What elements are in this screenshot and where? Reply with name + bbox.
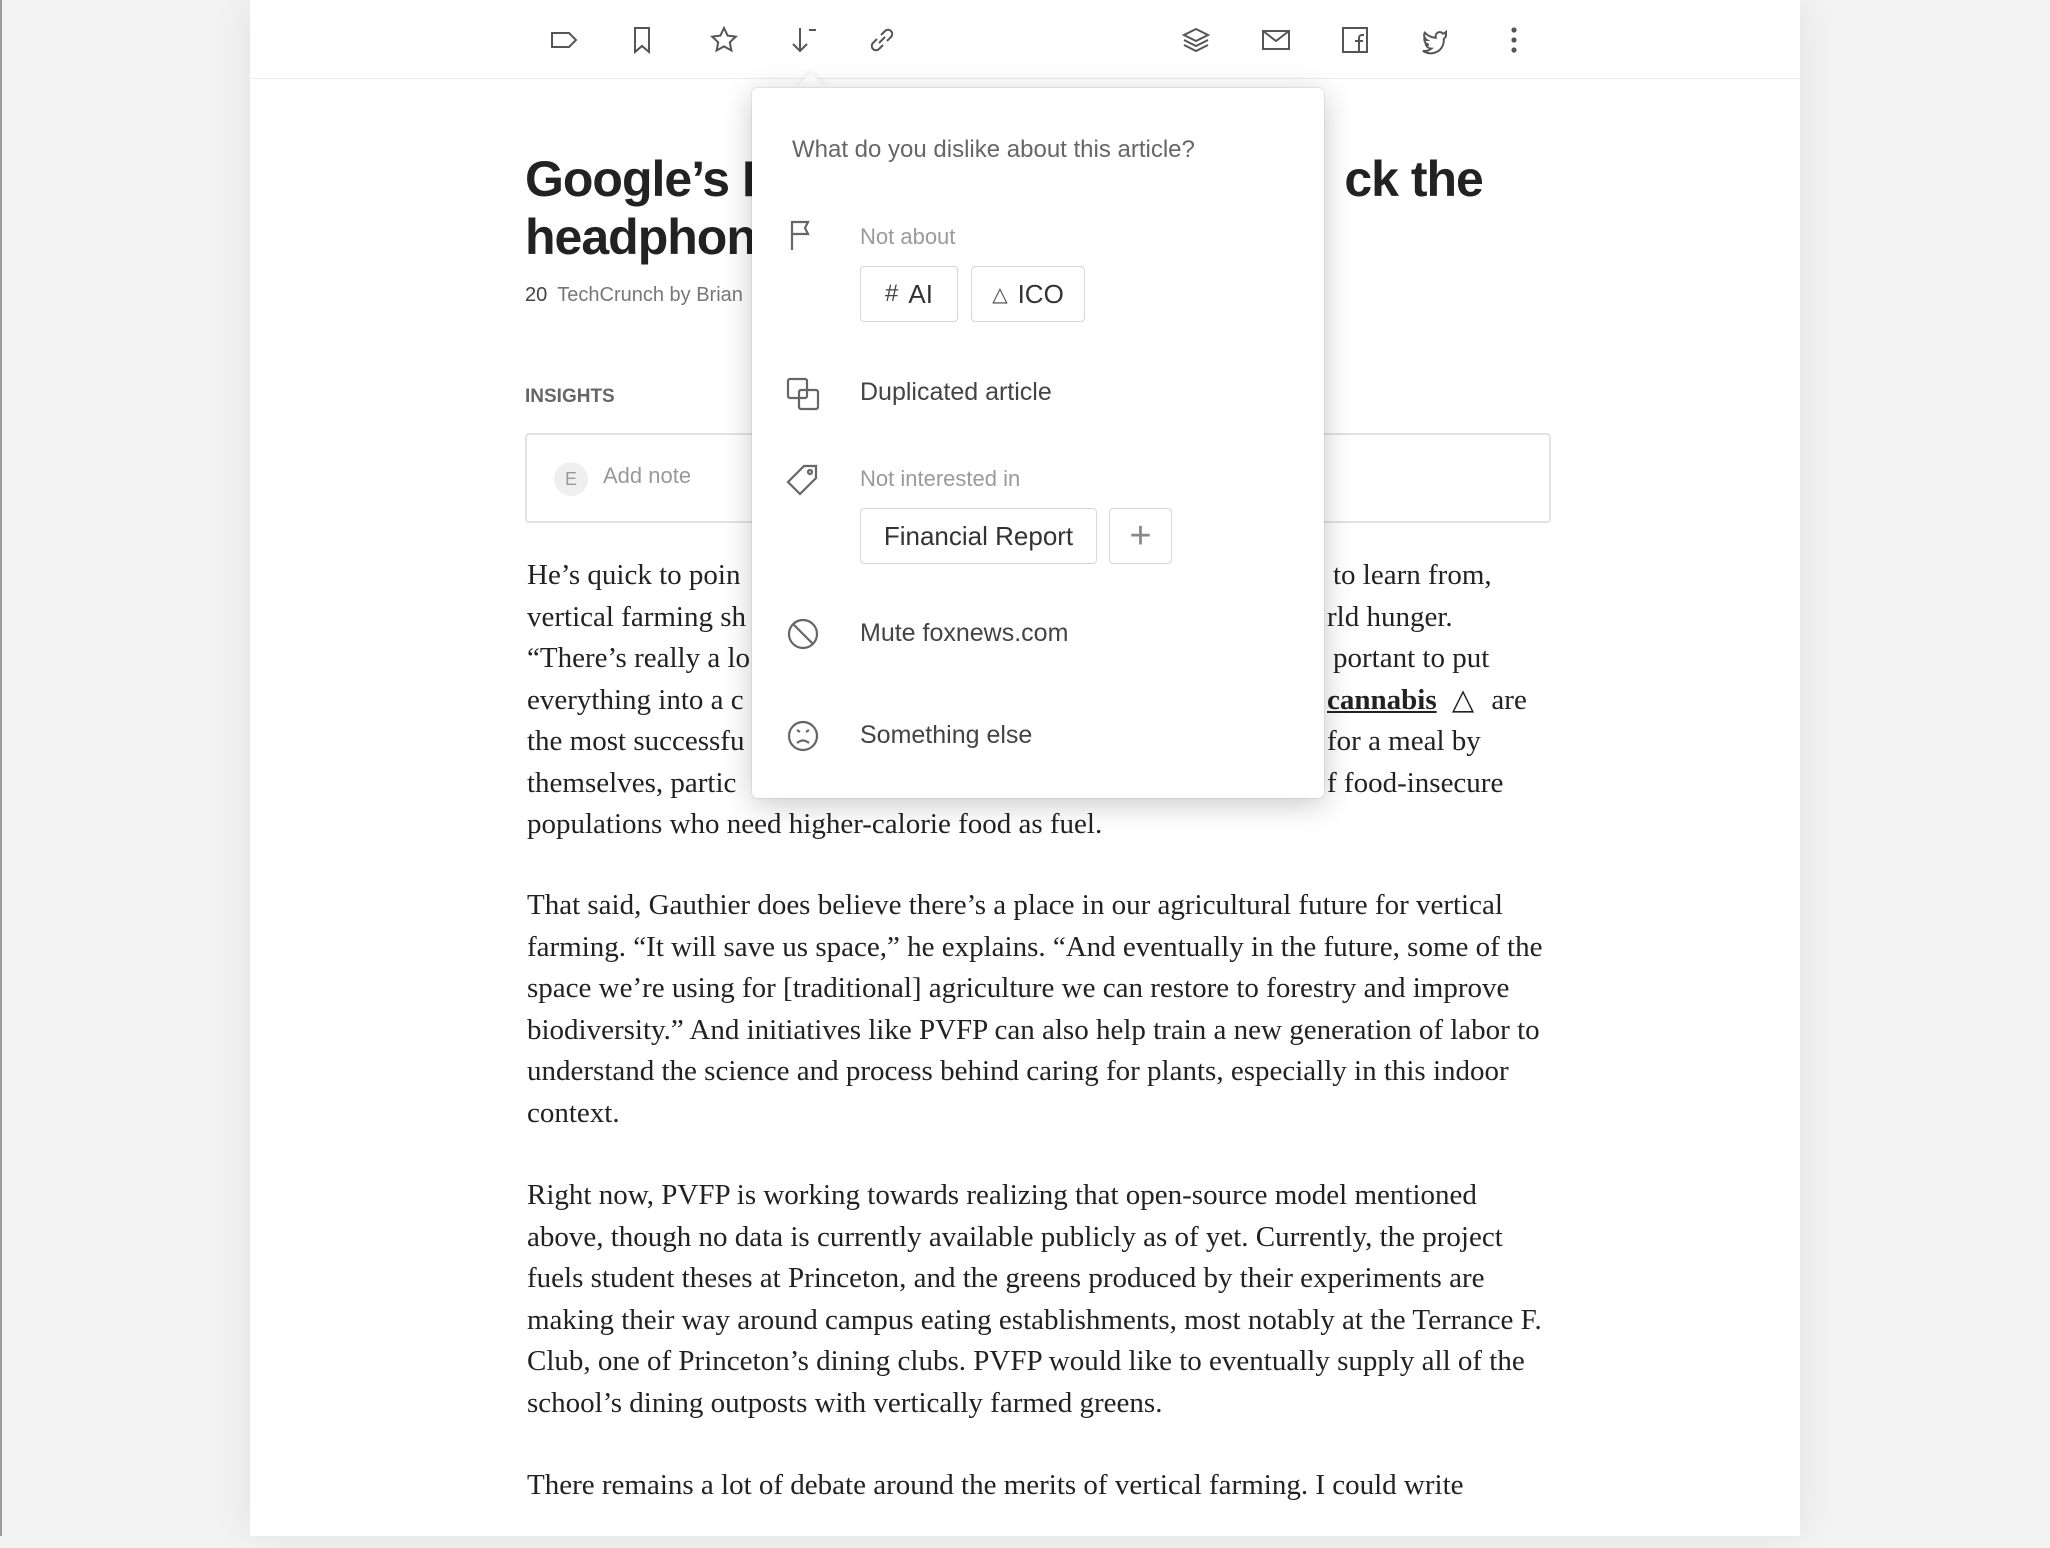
topic-chip-ai[interactable]: # AI bbox=[860, 266, 958, 322]
sad-face-icon bbox=[784, 717, 822, 755]
title-line-2: headphon bbox=[525, 209, 757, 265]
title-line-1-start: Google’s P bbox=[525, 151, 775, 207]
star-icon[interactable] bbox=[702, 18, 746, 62]
layers-icon[interactable] bbox=[1174, 18, 1218, 62]
avatar: E bbox=[554, 462, 588, 496]
bookmark-icon[interactable] bbox=[620, 18, 664, 62]
twitter-icon[interactable] bbox=[1412, 18, 1456, 62]
facebook-icon[interactable] bbox=[1333, 18, 1377, 62]
not-interested-label: Not interested in bbox=[860, 466, 1021, 491]
text-fragment: He’s quick to poin bbox=[527, 559, 741, 591]
text-fragment: for a meal by bbox=[1327, 725, 1481, 757]
text-fragment: themselves, partic bbox=[527, 766, 737, 799]
insights-label: INSIGHTS bbox=[525, 386, 615, 407]
chip-label: ICO bbox=[1017, 278, 1064, 309]
text-fragment: portant to put bbox=[1333, 642, 1490, 674]
chip-financial-report[interactable]: Financial Report bbox=[860, 508, 1097, 564]
article-meta: 20 TechCrunch by Brian bbox=[525, 284, 743, 307]
plus-icon: + bbox=[1129, 514, 1152, 557]
article-toolbar bbox=[250, 0, 1800, 79]
text-fragment: rld hunger. bbox=[1327, 600, 1453, 633]
text-fragment: f food-insecure bbox=[1327, 766, 1504, 799]
add-note-placeholder: Add note bbox=[603, 463, 692, 488]
not-about-label: Not about bbox=[860, 224, 956, 249]
something-else-option[interactable]: Something else bbox=[860, 721, 1032, 750]
add-interest-button[interactable]: + bbox=[1109, 508, 1172, 564]
chip-label: Financial Report bbox=[883, 520, 1074, 551]
paragraph-4: There remains a lot of debate around the… bbox=[527, 1469, 1464, 1501]
flag-icon bbox=[784, 216, 822, 254]
duplicate-icon bbox=[784, 375, 822, 413]
hashtag-icon: # bbox=[885, 280, 899, 307]
sort-down-icon[interactable] bbox=[782, 18, 826, 62]
topic-link-cannabis[interactable]: cannabis bbox=[1327, 684, 1437, 716]
more-icon[interactable] bbox=[1492, 18, 1536, 62]
text-fragment: are bbox=[1491, 683, 1527, 716]
block-icon bbox=[784, 615, 822, 653]
mute-source-option[interactable]: Mute foxnews.com bbox=[860, 619, 1068, 648]
text-fragment: populations who need higher-calorie food… bbox=[527, 808, 1103, 840]
text-fragment: everything into a c bbox=[527, 683, 744, 716]
meta-count: 20 bbox=[525, 284, 548, 306]
mail-icon[interactable] bbox=[1254, 18, 1298, 62]
topic-triangle-icon: △ bbox=[1451, 683, 1475, 716]
link-icon[interactable] bbox=[860, 18, 904, 62]
text-fragment: the most successfu bbox=[527, 725, 745, 757]
paragraph-3: Right now, PVFP is working towards reali… bbox=[527, 1179, 1542, 1419]
label-icon[interactable] bbox=[542, 18, 586, 62]
text-fragment: vertical farming sh bbox=[527, 600, 747, 633]
tag-icon bbox=[784, 462, 822, 500]
window-edge bbox=[0, 0, 2, 1536]
dislike-popup: What do you dislike about this article? … bbox=[752, 88, 1324, 798]
text-fragment: to learn from, bbox=[1333, 559, 1492, 591]
popup-title: What do you dislike about this article? bbox=[792, 136, 1195, 163]
meta-source[interactable]: TechCrunch by Brian bbox=[557, 284, 743, 306]
title-line-1-end: ck the bbox=[1344, 151, 1484, 207]
paragraph-2: That said, Gauthier does believe there’s… bbox=[527, 889, 1543, 1129]
chip-label: AI bbox=[908, 278, 933, 309]
text-fragment: “There’s really a lo bbox=[527, 642, 751, 674]
topic-chip-ico[interactable]: △ ICO bbox=[971, 266, 1085, 322]
duplicated-article-option[interactable]: Duplicated article bbox=[860, 378, 1052, 407]
triangle-icon: △ bbox=[992, 283, 1008, 306]
